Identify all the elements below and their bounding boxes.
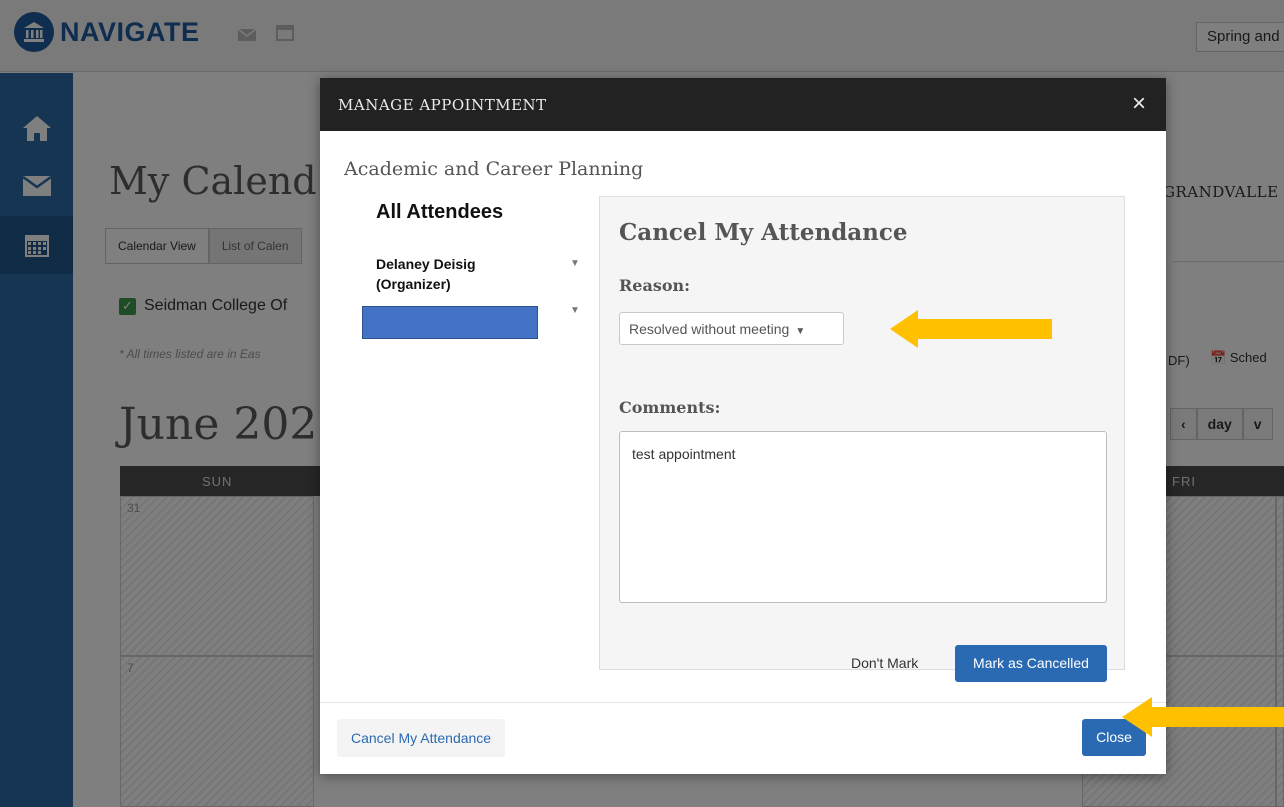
comments-label: Comments: <box>619 398 721 417</box>
reason-label: Reason: <box>619 276 691 295</box>
modal-footer: Cancel My Attendance Close <box>320 702 1166 774</box>
attendee-item[interactable]: Delaney Deisig (Organizer) <box>376 254 476 294</box>
attendees-heading: All Attendees <box>376 201 504 223</box>
appointment-type: Academic and Career Planning <box>344 158 644 180</box>
comments-textarea[interactable]: test appointment <box>619 431 1107 603</box>
cancel-attendance-panel: Cancel My Attendance Reason: Resolved wi… <box>599 196 1125 682</box>
annotation-arrow-left-icon <box>890 310 1052 348</box>
close-icon[interactable]: × <box>1124 89 1154 119</box>
modal-title: MANAGE APPOINTMENT <box>338 96 547 114</box>
mark-as-cancelled-button[interactable]: Mark as Cancelled <box>955 645 1107 682</box>
annotation-arrow-left-icon <box>1122 697 1284 737</box>
attendee-name: Delaney Deisig <box>376 256 476 272</box>
dont-mark-button[interactable]: Don't Mark <box>851 655 918 671</box>
attendee-role: (Organizer) <box>376 276 451 292</box>
manage-appointment-modal: MANAGE APPOINTMENT × Academic and Career… <box>320 78 1166 774</box>
reason-select[interactable]: Resolved without meeting ▼ <box>619 312 844 345</box>
chevron-down-icon: ▼ <box>795 326 806 337</box>
chevron-down-icon[interactable]: ▼ <box>570 305 580 316</box>
reason-value: Resolved without meeting <box>629 321 790 337</box>
panel-title: Cancel My Attendance <box>619 219 908 246</box>
redacted-attendee <box>362 306 538 339</box>
cancel-my-attendance-button[interactable]: Cancel My Attendance <box>337 719 506 757</box>
modal-header: MANAGE APPOINTMENT × <box>320 78 1166 131</box>
chevron-down-icon[interactable]: ▼ <box>570 258 580 269</box>
